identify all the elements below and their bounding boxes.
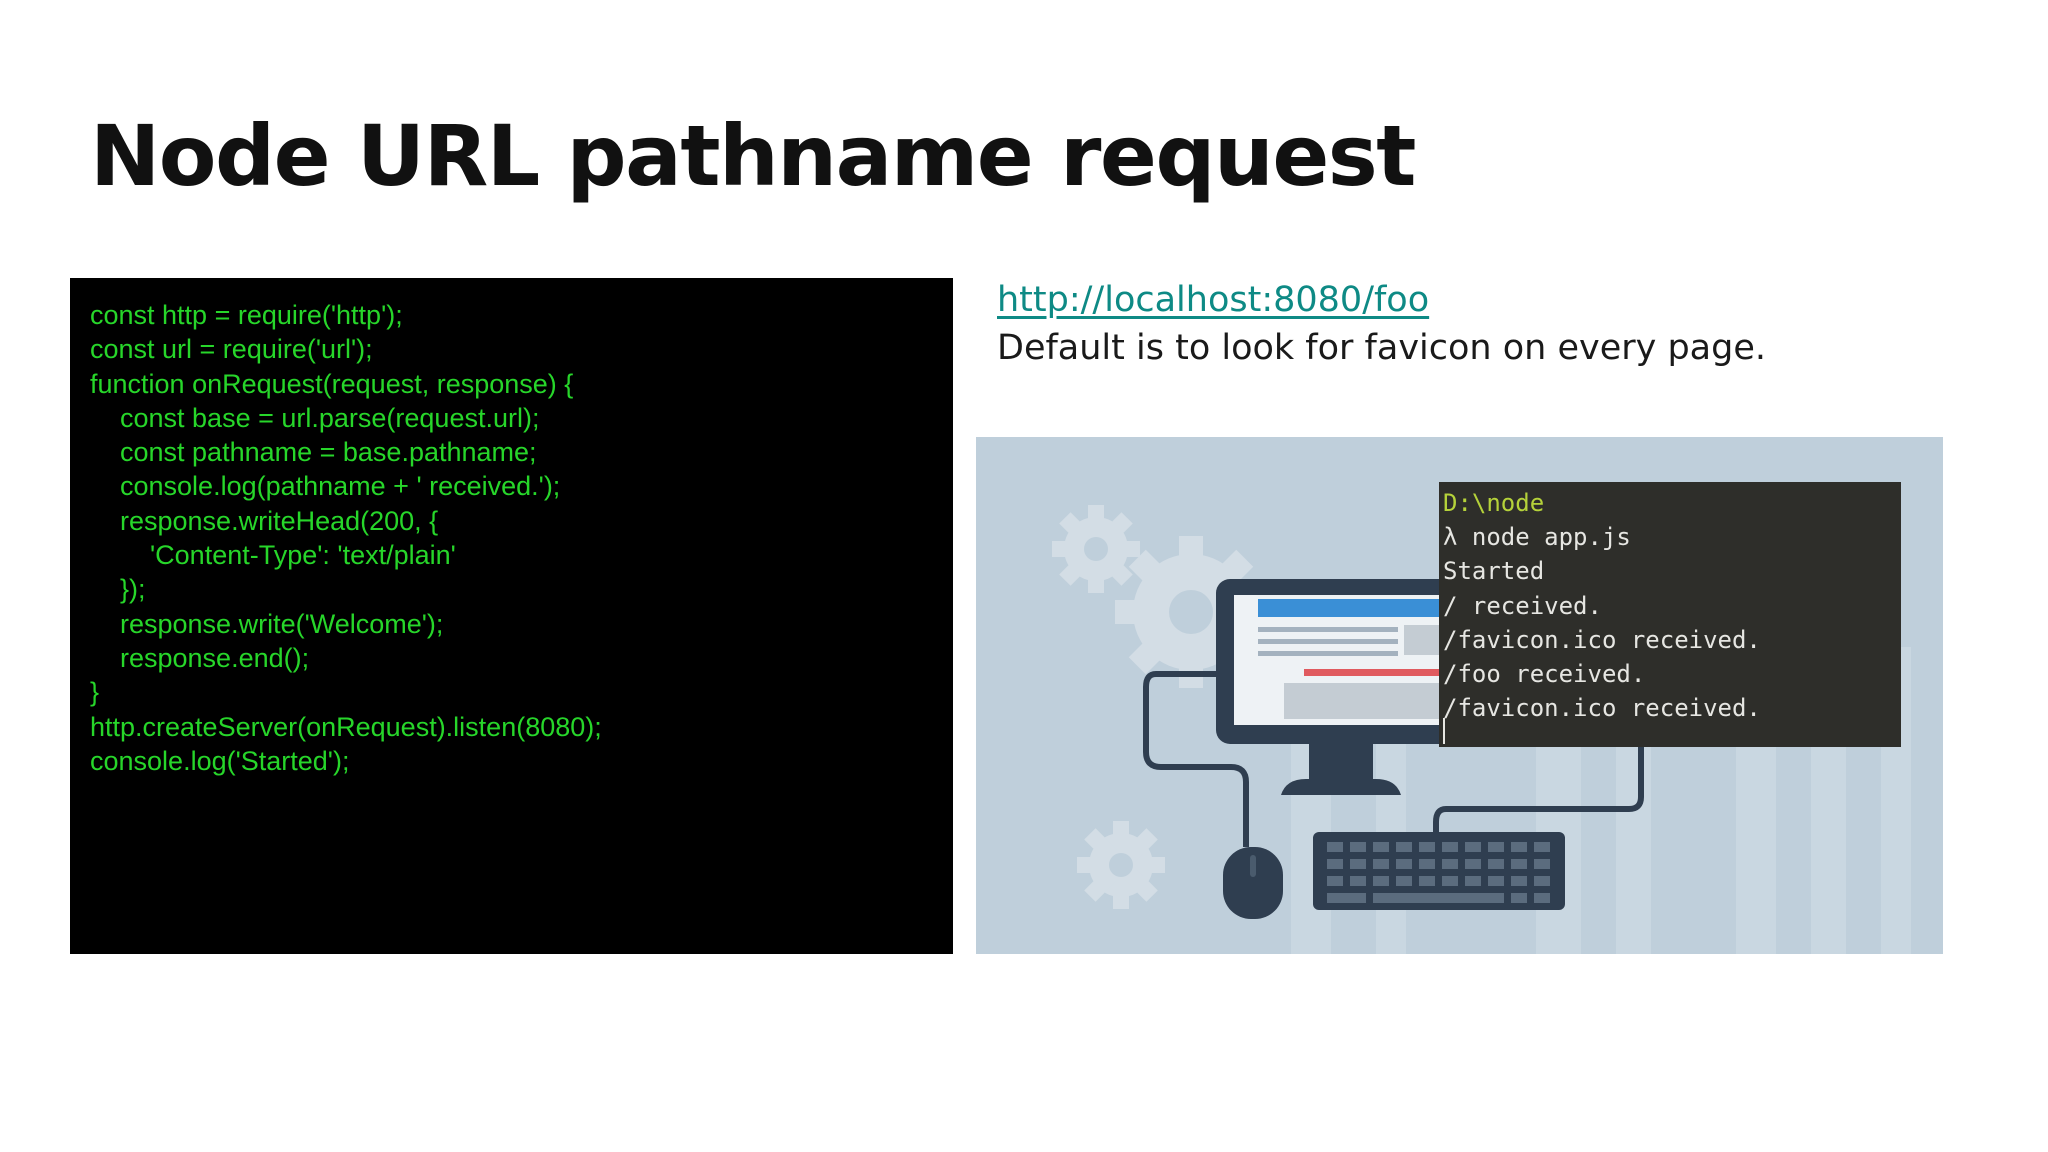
code-line: response.write('Welcome'); [90, 608, 444, 639]
terminal-line: /favicon.ico received. [1443, 694, 1761, 723]
code-line: http.createServer(onRequest).listen(8080… [90, 711, 602, 742]
code-line: console.log(pathname + ' received.'); [90, 471, 561, 502]
code-line: } [90, 677, 100, 708]
terminal-line: / received. [1443, 591, 1602, 620]
code-line: const pathname = base.pathname; [90, 437, 537, 468]
terminal-line: /favicon.ico received. [1443, 625, 1761, 654]
code-line: const url = require('url'); [90, 334, 373, 365]
terminal-line: λ node app.js [1443, 523, 1631, 552]
code-line: response.end(); [90, 642, 310, 673]
terminal-window: D:\node λ node app.js Started / received… [1439, 482, 1901, 747]
favicon-description: Default is to look for favicon on every … [997, 328, 1766, 368]
code-panel: const http = require('http'); const url … [70, 278, 953, 954]
terminal-output: D:\node λ node app.js Started / received… [1443, 486, 1901, 725]
code-line: function onRequest(request, response) { [90, 368, 574, 399]
localhost-link[interactable]: http://localhost:8080/foo [997, 280, 1429, 320]
code-listing: const http = require('http'); const url … [90, 298, 602, 778]
monitor-icon [1216, 579, 1466, 795]
terminal-cursor [1443, 718, 1445, 744]
keyboard-icon [1313, 832, 1565, 910]
gear-icon [1052, 505, 1140, 593]
code-line: 'Content-Type': 'text/plain' [90, 540, 456, 571]
code-line: const http = require('http'); [90, 300, 403, 330]
terminal-line: Started [1443, 557, 1545, 586]
gear-icon [1077, 821, 1165, 909]
code-line: console.log('Started'); [90, 745, 350, 776]
code-line: }); [90, 574, 146, 605]
terminal-line: /foo received. [1443, 660, 1646, 689]
mouse-icon [1223, 847, 1283, 919]
terminal-line: D:\node [1443, 489, 1545, 517]
slide-title: Node URL pathname request [90, 107, 1416, 205]
code-line: response.writeHead(200, { [90, 505, 439, 536]
code-line: const base = url.parse(request.url); [90, 402, 540, 433]
